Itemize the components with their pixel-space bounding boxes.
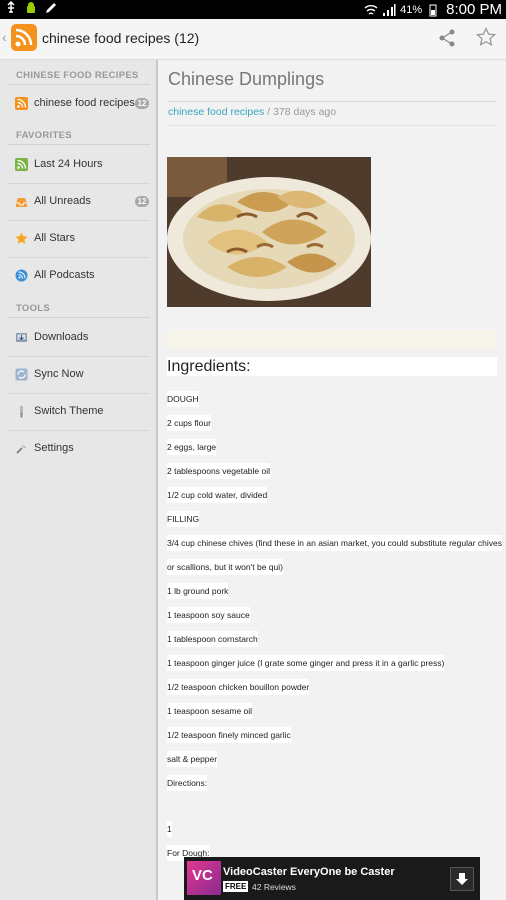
- download-icon: [16, 333, 27, 342]
- article-age: / 378 days ago: [264, 106, 337, 118]
- recipe-line: 3/4 cup chinese chives (find these in an…: [167, 535, 502, 551]
- settings-icon: [16, 443, 27, 454]
- share-icon[interactable]: [438, 28, 458, 48]
- recipe-line: 2 tablespoons vegetable oil: [167, 463, 271, 479]
- ad-title: VideoCaster EveryOne be Caster: [223, 866, 395, 878]
- article-meta: chinese food recipes / 378 days ago: [168, 106, 336, 118]
- sidebar-item-label: chinese food recipes: [34, 97, 135, 109]
- signal-icon: [383, 3, 396, 16]
- theme-icon: [20, 406, 23, 418]
- sidebar-item-label: Last 24 Hours: [34, 158, 103, 170]
- clock: 8:00 PM: [446, 1, 502, 18]
- recipe-line: FILLING: [167, 511, 200, 527]
- recipe-line: 1 teaspoon sesame oil: [167, 703, 253, 719]
- divider: [168, 101, 496, 102]
- videocaster-logo: VC: [187, 861, 221, 895]
- sidebar-item-label: Switch Theme: [34, 405, 104, 417]
- divider: [8, 84, 150, 85]
- sidebar-item-label: All Podcasts: [34, 269, 95, 281]
- unread-count-badge: 12: [135, 98, 149, 109]
- recipe-line: 1/2 cup cold water, divided: [167, 487, 268, 503]
- recipe-line: 1/2 teaspoon chicken bouillon powder: [167, 679, 310, 695]
- recipe-line: 2 cups flour: [167, 415, 211, 431]
- ad-banner[interactable]: VC VideoCaster EveryOne be Caster FREE 4…: [184, 857, 480, 900]
- recipe-line: Directions:: [167, 775, 208, 791]
- sidebar-item-all-stars[interactable]: All Stars: [0, 221, 156, 257]
- recipe-line: 1 teaspoon ginger juice (I grate some gi…: [167, 655, 445, 671]
- recipe-line: 2 eggs, large: [167, 439, 217, 455]
- dumplings-photo: [167, 157, 371, 307]
- rss-logo-icon[interactable]: [11, 24, 37, 51]
- rss-icon: [15, 97, 28, 110]
- star-icon[interactable]: [476, 27, 496, 47]
- recipe-line: 1 tablespoon cornstarch: [167, 631, 258, 647]
- android-icon: [27, 2, 35, 13]
- pencil-icon: [46, 3, 56, 13]
- recipe-line: 1 lb ground pork: [167, 583, 229, 599]
- star-icon: [15, 232, 28, 244]
- blank-band: [167, 330, 497, 349]
- divider: [168, 125, 496, 126]
- ingredients-heading: Ingredients:: [167, 357, 497, 376]
- podcast-icon: [15, 269, 28, 282]
- sidebar-item-label: All Unreads: [34, 195, 91, 207]
- unread-count-badge: 12: [135, 196, 149, 207]
- section-header-tools: TOOLS: [16, 303, 51, 314]
- rss-green-icon: [15, 158, 28, 171]
- sidebar-item-settings[interactable]: Settings: [0, 431, 156, 467]
- sidebar-item-last-24-hours[interactable]: Last 24 Hours: [0, 147, 156, 183]
- sidebar-item-all-podcasts[interactable]: All Podcasts: [0, 258, 156, 294]
- inbox-icon: [16, 198, 27, 207]
- recipe-line: or scallions, but it won't be qui): [167, 559, 283, 575]
- sidebar-item-label: All Stars: [34, 232, 75, 244]
- recipe-line: 1 teaspoon soy sauce: [167, 607, 250, 623]
- article-source-link[interactable]: chinese food recipes: [168, 106, 264, 118]
- article-title: Chinese Dumplings: [168, 69, 325, 89]
- status-bar: 41% 8:00 PM: [0, 0, 506, 19]
- usb-icon: [7, 1, 15, 13]
- sidebar: CHINESE FOOD RECIPES chinese food recipe…: [0, 60, 158, 900]
- recipe-line: 1/2 teaspoon finely minced garlic: [167, 727, 291, 743]
- sidebar-item-label: Sync Now: [34, 368, 84, 380]
- sidebar-item-sync-now[interactable]: Sync Now: [0, 357, 156, 393]
- sidebar-item-chinese-food-recipes[interactable]: chinese food recipes 12: [0, 86, 156, 122]
- sidebar-item-label: Settings: [34, 442, 74, 454]
- action-bar: ‹ chinese food recipes (12): [0, 19, 506, 60]
- battery-icon: [429, 4, 437, 16]
- recipe-line: 1: [167, 821, 172, 837]
- divider: [8, 144, 150, 145]
- divider: [8, 317, 150, 318]
- sidebar-item-switch-theme[interactable]: Switch Theme: [0, 394, 156, 430]
- recipe-line: DOUGH: [167, 391, 199, 407]
- section-header-feed: CHINESE FOOD RECIPES: [16, 70, 139, 81]
- sidebar-item-label: Downloads: [34, 331, 89, 343]
- article-pane[interactable]: Chinese Dumplings chinese food recipes /…: [158, 60, 506, 900]
- battery-percent: 41%: [400, 3, 423, 16]
- up-caret-icon[interactable]: ‹: [2, 29, 7, 45]
- download-icon[interactable]: [450, 867, 474, 891]
- sidebar-item-downloads[interactable]: Downloads: [0, 320, 156, 356]
- sync-icon: [15, 368, 28, 381]
- section-header-favorites: FAVORITES: [16, 130, 72, 141]
- sidebar-item-all-unreads[interactable]: All Unreads 12: [0, 184, 156, 220]
- wifi-icon: [364, 4, 378, 15]
- ad-free-badge: FREE: [223, 881, 249, 892]
- recipe-line: salt & pepper: [167, 751, 218, 767]
- feed-title: chinese food recipes (12): [42, 30, 200, 46]
- ad-reviews: 42 Reviews: [252, 882, 296, 892]
